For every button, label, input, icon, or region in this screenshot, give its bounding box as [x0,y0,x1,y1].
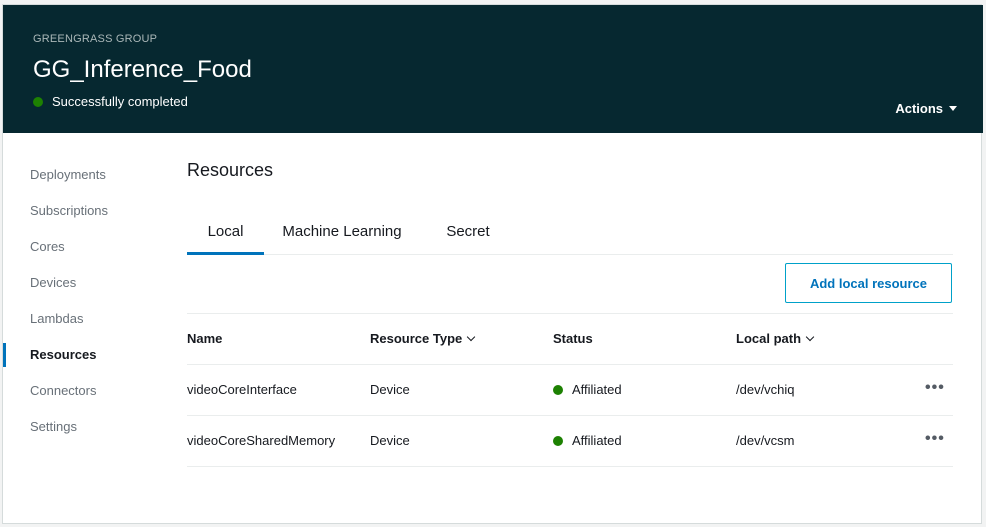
section-title: Resources [187,160,274,180]
group-header: GREENGRASS GROUP GG_Inference_Food Succe… [3,5,983,133]
sidebar-item-lambdas[interactable]: Lambdas [3,301,163,337]
status-dot-icon [33,96,43,107]
resource-status: Affiliated [553,416,622,466]
tab-secret[interactable]: Secret [420,216,516,254]
table-header-row: Name Resource Type Status Local path [187,313,953,364]
table-row: videoCoreSharedMemory Device Affiliated … [187,415,953,467]
status-dot-icon [553,436,563,446]
actions-label: Actions [895,101,943,116]
deployment-status: Successfully completed [33,94,188,109]
sidebar-item-devices[interactable]: Devices [3,265,163,301]
actions-button[interactable]: Actions [895,101,957,116]
column-header-local-path[interactable]: Local path [736,314,815,364]
resource-name: videoCoreSharedMemory [187,433,336,448]
group-kicker: GREENGRASS GROUP [33,33,158,45]
add-local-resource-button[interactable]: Add local resource [785,263,952,303]
more-actions-icon[interactable]: ••• [925,365,945,415]
table-row: videoCoreInterface Device Affiliated /de… [187,364,953,415]
sidebar-item-resources[interactable]: Resources [3,337,163,373]
resource-type: Device [370,382,410,397]
sidebar-item-subscriptions[interactable]: Subscriptions [3,193,163,229]
resource-name: videoCoreInterface [187,382,297,397]
page-title: GG_Inference_Food [33,56,252,83]
resource-tabs: Local Machine Learning Secret [187,216,953,255]
resource-status-text: Affiliated [572,433,622,448]
column-header-local-path-label: Local path [736,331,802,346]
resource-type: Device [370,433,410,448]
sidebar-item-deployments[interactable]: Deployments [3,157,163,193]
sidebar-nav: Deployments Subscriptions Cores Devices … [3,157,163,445]
caret-down-icon [949,106,957,111]
sort-chevron-down-icon [805,332,815,342]
resource-local-path: /dev/vcsm [736,433,795,448]
console-frame: GREENGRASS GROUP GG_Inference_Food Succe… [2,4,983,524]
column-header-name: Name [187,331,223,346]
tab-machine-learning[interactable]: Machine Learning [264,216,420,254]
resource-status-text: Affiliated [572,382,622,397]
resource-status: Affiliated [553,365,622,415]
deployment-status-text: Successfully completed [52,94,188,109]
column-header-resource-type[interactable]: Resource Type [370,314,476,364]
more-actions-icon[interactable]: ••• [925,416,945,466]
resources-table: Name Resource Type Status Local path vid… [187,313,953,467]
column-header-resource-type-label: Resource Type [370,331,463,346]
resource-local-path: /dev/vchiq [736,382,795,397]
sidebar-item-settings[interactable]: Settings [3,409,163,445]
main-content: Resources Local Machine Learning Secret … [187,160,953,467]
status-dot-icon [553,385,563,395]
sidebar-item-cores[interactable]: Cores [3,229,163,265]
tab-local[interactable]: Local [187,216,264,255]
column-header-status: Status [553,331,593,346]
sort-chevron-down-icon [467,332,476,342]
sidebar-item-connectors[interactable]: Connectors [3,373,163,409]
